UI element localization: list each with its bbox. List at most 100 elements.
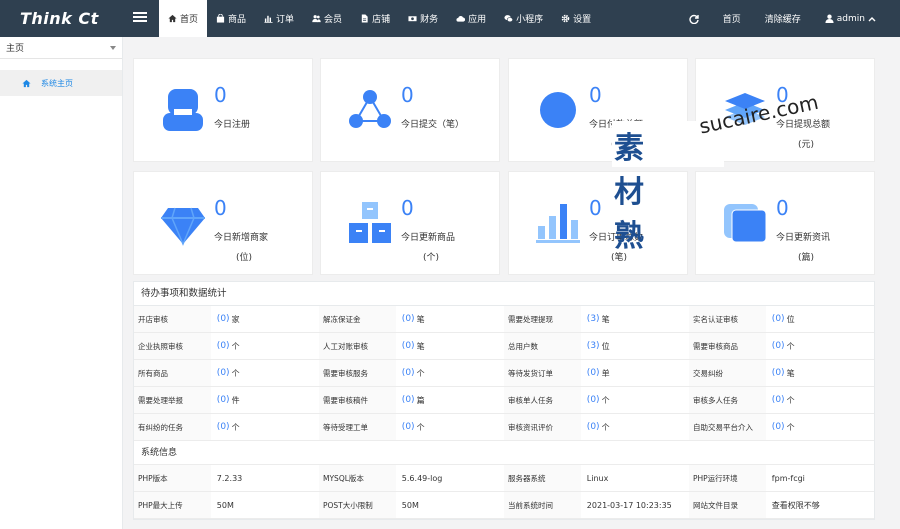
stats-unit: 个 [601, 422, 610, 432]
stats-value-link[interactable]: (0) 个 [211, 360, 319, 386]
system-row: PHP最大上传 50M POST大小限制 50M 当前系统时间 2021-03-17 10… [134, 492, 874, 519]
stats-key: 需要审核服务 [319, 360, 396, 386]
stat-card: 0 今日注册 [133, 58, 313, 162]
stats-row: 开店审核(0) 家解冻保证金(0) 笔需要处理提现(3) 笔实名认证审核(0) 位 [134, 306, 874, 333]
stats-key: 有纠纷的任务 [134, 414, 211, 440]
system-value: 50M [401, 500, 419, 510]
stats-value-link[interactable]: (0) 笔 [396, 306, 504, 332]
home-link[interactable]: 首页 [711, 12, 753, 25]
nav-item-label: 订单 [276, 15, 295, 25]
stats-value-link[interactable]: (0) 笔 [766, 360, 874, 386]
bag-icon [216, 14, 225, 23]
stat-card: 0 今日提交（笔） [320, 58, 500, 162]
stats-unit: 个 [786, 422, 795, 432]
stats-value-link[interactable]: (0) 单 [581, 360, 689, 386]
stats-key: 需要审核稿件 [319, 387, 396, 413]
nav-item-2[interactable]: 订单 [255, 0, 303, 37]
stats-key: 等待受理工单 [319, 414, 396, 440]
user-name: admin [836, 13, 865, 24]
wallet-icon [540, 92, 576, 128]
stats-count: 0 [220, 395, 227, 405]
stats-value-link[interactable]: (0) 个 [211, 333, 319, 359]
stats-value-link[interactable]: (0) 个 [396, 414, 504, 440]
stats-count: 0 [220, 422, 227, 432]
caret-down-icon [110, 45, 116, 50]
wechat-icon [504, 15, 514, 23]
nav-item-4[interactable]: 店铺 [351, 0, 399, 37]
stats-count: 0 [775, 368, 782, 378]
stats-value-link[interactable]: (3) 笔 [581, 306, 689, 332]
stats-value-link[interactable]: (0) 个 [766, 333, 874, 359]
stats-key: 人工对账审核 [319, 333, 396, 359]
stats-value-link[interactable]: (0) 篇 [396, 387, 504, 413]
sidebar-item-home[interactable]: 系统主页 [0, 70, 122, 96]
stats-count: 0 [220, 314, 227, 324]
stats-key: 企业执照审核 [134, 333, 211, 359]
stat-card: 0 今日更新资讯 (篇) [695, 171, 875, 275]
sidebar-select-value: 主页 [6, 44, 25, 54]
system-value: 2021-03-17 10:23:35 [586, 500, 672, 510]
stats-value-link[interactable]: (0) 家 [211, 306, 319, 332]
stats-value-link[interactable]: (0) 个 [766, 414, 874, 440]
system-row: PHP版本 7.2.33 MYSQL版本 5.6.49-log 服务器系统 Linux PH… [134, 465, 874, 492]
stats-value-link[interactable]: (0) 件 [211, 387, 319, 413]
nav-item-8[interactable]: 设置 [552, 0, 600, 37]
home-icon [168, 14, 177, 23]
menu-toggle-icon[interactable] [133, 10, 147, 26]
right-nav: 首页 清除缓存 admin [677, 0, 888, 37]
stats-unit: 个 [231, 422, 240, 432]
stat-unit: (位) [235, 253, 253, 263]
stats-value-link[interactable]: (0) 个 [211, 414, 319, 440]
stats-unit: 笔 [601, 314, 610, 324]
stat-unit: (篇) [797, 253, 815, 263]
chevron-up-icon [868, 16, 876, 21]
user-badge-icon [163, 89, 203, 131]
stats-unit: 个 [231, 341, 240, 351]
stat-unit: (笔) [610, 253, 628, 263]
clear-cache-link[interactable]: 清除缓存 [753, 12, 813, 25]
sidebar-select[interactable]: 主页 [0, 37, 122, 59]
stats-key: 总用户数 [504, 333, 581, 359]
stats-count: 3 [590, 341, 597, 351]
stats-title: 待办事项和数据统计 [134, 282, 874, 306]
nav-item-6[interactable]: 应用 [447, 0, 495, 37]
nav-item-0[interactable]: 首页 [159, 0, 208, 37]
stats-value-link[interactable]: (3) 位 [581, 333, 689, 359]
stats-key: 等待发货订单 [504, 360, 581, 386]
system-key: PHP运行环境 [689, 465, 766, 491]
nav-item-5[interactable]: 财务 [399, 0, 447, 37]
nav-item-3[interactable]: 会员 [303, 0, 351, 37]
bar-stats-icon [536, 204, 580, 243]
stats-count: 0 [405, 368, 412, 378]
stats-value-link[interactable]: (0) 个 [581, 387, 689, 413]
system-key: PHP最大上传 [134, 492, 211, 518]
nav-item-label: 会员 [324, 15, 343, 25]
stats-count: 0 [775, 422, 782, 432]
cloud-icon [456, 16, 466, 22]
stat-value: 0 [401, 83, 414, 107]
user-menu[interactable]: admin [813, 14, 888, 24]
stat-label: 今日更新商品 [401, 233, 456, 243]
stats-value-link[interactable]: (0) 位 [766, 306, 874, 332]
stats-key: 自助交易平台介入 [689, 414, 766, 440]
stats-value-link[interactable]: (0) 个 [396, 360, 504, 386]
nav-item-label: 设置 [573, 15, 592, 25]
stats-key: 需要审核商品 [689, 333, 766, 359]
stats-unit: 单 [601, 368, 610, 378]
bar-chart-icon [264, 15, 273, 23]
stats-unit: 个 [231, 368, 240, 378]
brand-logo[interactable]: Think Ct [0, 0, 124, 37]
stats-value-link[interactable]: (0) 个 [581, 414, 689, 440]
diamond-icon [161, 207, 205, 246]
stats-row: 企业执照审核(0) 个人工对账审核(0) 笔总用户数(3) 位需要审核商品(0) 个 [134, 333, 874, 360]
nav-item-7[interactable]: 小程序 [495, 0, 552, 37]
refresh-icon[interactable] [677, 14, 711, 24]
stats-unit: 笔 [416, 314, 425, 324]
sidebar: 主页 系统主页 [0, 37, 123, 529]
stat-value: 0 [776, 196, 789, 220]
system-key: MYSQL版本 [319, 465, 396, 491]
stats-value-link[interactable]: (0) 笔 [396, 333, 504, 359]
stats-value-link[interactable]: (0) 个 [766, 387, 874, 413]
stat-card: 0 今日订单总数 (笔) [508, 171, 688, 275]
nav-item-1[interactable]: 商品 [207, 0, 255, 37]
